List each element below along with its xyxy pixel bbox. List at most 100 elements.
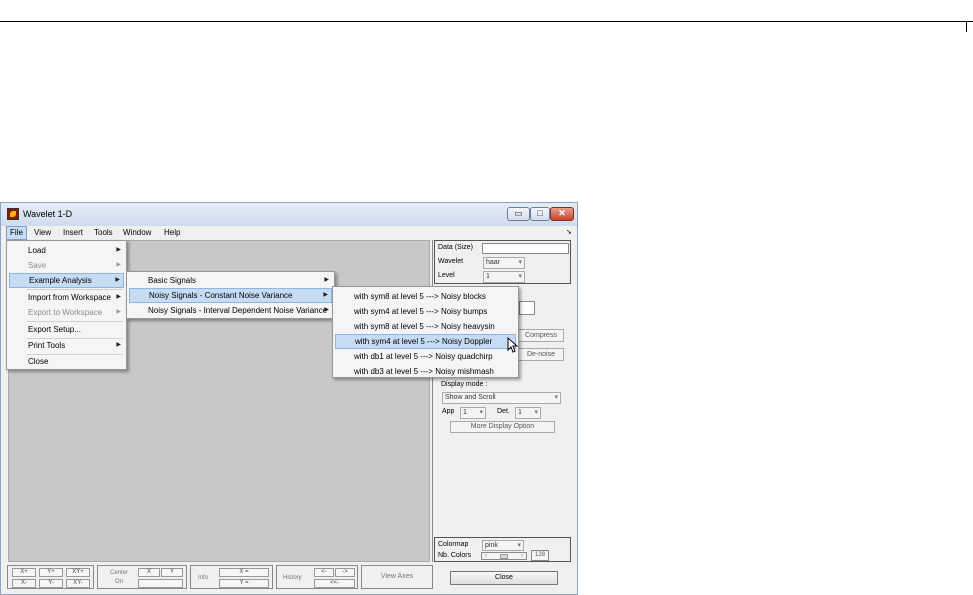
menu-item-interval-noise[interactable]: Noisy Signals - Interval Dependent Noise…	[129, 303, 332, 318]
submenu-arrow-icon: ▶	[324, 277, 329, 283]
file-menu: Load ▶ Save ▶ Example Analysis ▶ Import fro…	[6, 240, 127, 370]
data-size-field	[482, 243, 569, 254]
close-button[interactable]: Close	[450, 571, 558, 585]
history-forward-button[interactable]: ->	[335, 568, 355, 577]
center-y-button[interactable]: Y	[161, 568, 183, 577]
bottom-toolbar: X+ Y+ XY+ X- Y- XY- Center On X Y Info X…	[4, 565, 576, 593]
dock-arrow-icon[interactable]: ➘	[566, 228, 572, 236]
menu-view[interactable]: View	[31, 226, 54, 240]
submenu-arrow-icon: ▶	[116, 342, 121, 348]
info-group: Info X = Y =	[190, 565, 273, 589]
menu-item-label: Basic Signals	[148, 276, 197, 285]
menu-item-right: Noisy quadchirp	[435, 352, 493, 361]
info-x-field: X =	[219, 568, 269, 577]
menu-item-noisy-mishmash[interactable]: with db3 at level 5 ---> Noisy mishmash	[335, 364, 516, 379]
zoom-y-minus-button[interactable]: Y-	[39, 579, 63, 588]
menu-item-label: Noisy Signals - Interval Dependent Noise…	[148, 306, 328, 315]
level-select[interactable]: 1	[483, 271, 525, 283]
center-on-group: Center On X Y	[97, 565, 187, 589]
menu-item-basic-signals[interactable]: Basic Signals ▶	[129, 273, 332, 288]
wavelet-select[interactable]: haar	[483, 257, 525, 269]
center-x-button[interactable]: X	[138, 568, 160, 577]
maximize-button[interactable]: □	[530, 207, 550, 221]
app-select[interactable]: 1	[460, 407, 486, 419]
display-mode-select[interactable]: Show and Scroll	[442, 392, 561, 404]
history-back-button[interactable]: <-	[314, 568, 334, 577]
menu-item-label: Save	[28, 261, 47, 270]
slider-thumb[interactable]	[500, 554, 508, 559]
window-title: Wavelet 1-D	[23, 209, 73, 219]
menu-item-right: Noisy heavysin	[440, 322, 495, 331]
menu-item-constant-noise[interactable]: Noisy Signals - Constant Noise Variance ▶	[129, 288, 332, 303]
close-window-button[interactable]: ✕	[550, 207, 574, 221]
menu-item-example-analysis[interactable]: Example Analysis ▶	[9, 273, 124, 288]
submenu-arrow-icon: ▶	[116, 294, 121, 300]
menu-item-label: Noisy Signals - Constant Noise Variance	[149, 291, 293, 300]
compress-button[interactable]: Compress	[518, 329, 564, 342]
colormap-select[interactable]: pink	[482, 540, 524, 551]
submenu-arrow-icon: ▶	[116, 262, 121, 268]
menu-item-export-workspace: Export to Workspace ▶	[9, 305, 124, 320]
menu-item-arrow: --->	[427, 337, 440, 346]
menu-item-close[interactable]: Close	[9, 354, 124, 369]
menu-insert[interactable]: Insert	[60, 226, 86, 240]
menu-file[interactable]: File	[6, 226, 27, 240]
level-label: Level	[438, 272, 455, 279]
menu-item-noisy-heavysin[interactable]: with sym8 at level 5 ---> Noisy heavysin	[335, 319, 516, 334]
center-on-label: On	[115, 579, 124, 585]
menu-item-export-setup[interactable]: Export Setup...	[9, 322, 124, 337]
menu-item-print-tools[interactable]: Print Tools ▶	[9, 338, 124, 353]
colormap-box: Colormap pink Nb. Colors ‹ › 128	[434, 537, 571, 562]
more-display-option-button[interactable]: More Display Option	[450, 421, 555, 433]
menu-item-noisy-bumps[interactable]: with sym4 at level 5 ---> Noisy bumps	[335, 304, 516, 319]
menu-tools[interactable]: Tools	[91, 226, 116, 240]
menu-help[interactable]: Help	[161, 226, 183, 240]
submenu-arrow-icon: ▶	[116, 247, 121, 253]
example-analysis-menu: Basic Signals ▶ Noisy Signals - Constant …	[126, 271, 335, 319]
center-label: Center	[110, 570, 129, 576]
center-on-field	[138, 579, 183, 588]
det-select[interactable]: 1	[515, 407, 541, 419]
submenu-arrow-icon: ▶	[323, 292, 328, 298]
zoom-x-minus-button[interactable]: X-	[12, 579, 36, 588]
menu-item-left: with sym4 at level 5	[355, 337, 425, 346]
menu-item-right: Noisy mishmash	[435, 367, 494, 376]
title-bar[interactable]: Wavelet 1-D ▭ □ ✕	[1, 203, 577, 226]
noisy-signals-menu: with sym8 at level 5 ---> Noisy blocks w…	[332, 286, 519, 378]
data-info-box: Data (Size) Wavelet haar Level 1	[434, 240, 571, 284]
wavelet-window: Wavelet 1-D ▭ □ ✕ File View Insert Tools…	[0, 202, 578, 595]
menu-item-label: Load	[28, 246, 46, 255]
menu-item-noisy-doppler[interactable]: with sym4 at level 5 ---> Noisy Doppler	[335, 334, 516, 349]
ncolors-slider[interactable]: ‹ ›	[481, 552, 527, 560]
history-label: History	[283, 575, 302, 581]
menu-item-left: with sym8 at level 5	[354, 322, 424, 331]
zoom-xy-minus-button[interactable]: XY-	[66, 579, 90, 588]
menu-item-arrow: --->	[426, 292, 439, 301]
menu-item-arrow: --->	[420, 352, 433, 361]
zoom-x-plus-button[interactable]: X+	[12, 568, 36, 577]
menu-item-label: Export Setup...	[28, 325, 81, 334]
ncolors-label: Nb. Colors	[438, 552, 472, 559]
menu-item-left: with db1 at level 5	[354, 352, 419, 361]
app-label: App	[442, 408, 455, 415]
denoise-button[interactable]: De-noise	[518, 348, 564, 361]
zoom-group: X+ Y+ XY+ X- Y- XY-	[7, 565, 94, 589]
menu-item-import-workspace[interactable]: Import from Workspace ▶	[9, 290, 124, 305]
page-top-tick	[966, 22, 967, 32]
minimize-button[interactable]: ▭	[507, 207, 530, 221]
history-first-button[interactable]: <<-	[314, 579, 355, 588]
menu-item-load[interactable]: Load ▶	[9, 243, 124, 258]
view-axes-button[interactable]: View Axes	[361, 565, 433, 589]
menu-item-noisy-quadchirp[interactable]: with db1 at level 5 ---> Noisy quadchirp	[335, 349, 516, 364]
menu-item-label: Import from Workspace	[28, 293, 111, 302]
menu-window[interactable]: Window	[120, 226, 154, 240]
menu-item-noisy-blocks[interactable]: with sym8 at level 5 ---> Noisy blocks	[335, 289, 516, 304]
menu-item-right: Noisy blocks	[440, 292, 486, 301]
zoom-y-plus-button[interactable]: Y+	[39, 568, 63, 577]
submenu-arrow-icon: ▶	[115, 277, 120, 283]
zoom-xy-plus-button[interactable]: XY+	[66, 568, 90, 577]
colormap-label: Colormap	[438, 541, 469, 548]
menu-item-left: with db3 at level 5	[354, 367, 419, 376]
matlab-app-icon	[7, 208, 19, 220]
page-top-rule	[0, 21, 973, 22]
